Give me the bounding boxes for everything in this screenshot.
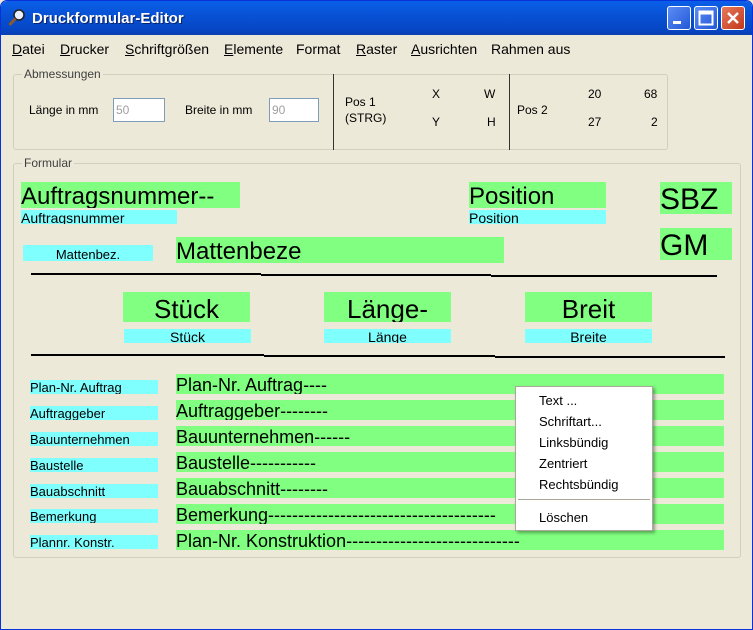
h-label: H [487,115,496,129]
laenge-label[interactable]: Länge [324,329,451,343]
y-label: Y [432,115,441,129]
plan-nr-auftrag-label[interactable]: Plan-Nr. Auftrag [30,380,158,394]
breit-field[interactable]: Breit [525,292,652,322]
divider-line[interactable] [261,274,491,276]
menu-drucker[interactable]: Drucker [60,41,109,57]
menu-rahmen-aus[interactable]: Rahmen aus [491,41,570,57]
pos2-label: Pos 2 [517,103,548,117]
plannr-konstr-label[interactable]: Plannr. Konstr. [30,535,158,549]
divider-line[interactable] [31,273,261,275]
maximize-button[interactable] [694,6,718,30]
divider-line[interactable] [31,354,264,356]
position-label[interactable]: Position [469,210,606,224]
ctx-zentriert[interactable]: Zentriert [539,456,587,471]
pos2-y-value: 27 [588,115,602,129]
plannr-konstr-field[interactable]: Plan-Nr. Konstruktion-------------------… [176,530,724,550]
bauabschnitt-label[interactable]: Bauabschnitt [30,484,158,498]
mattenbez-label[interactable]: Mattenbez. [23,245,153,261]
length-input[interactable] [113,98,165,122]
app-window: Druckformular-Editor Datei Drucker Schri… [0,0,753,630]
menu-elemente[interactable]: Elemente [224,41,283,57]
menu-bar: Datei Drucker Schriftgrößen Elemente For… [1,37,752,59]
separator [333,74,334,150]
auftragsnummer-label[interactable]: Auftragsnummer [21,210,177,224]
menu-raster[interactable]: Raster [356,41,397,57]
mattenbez-field[interactable]: Mattenbeze [176,237,504,263]
width-label: Breite in mm [185,103,253,117]
length-label: Länge in mm [29,103,99,117]
pos2-h-value: 2 [651,115,658,129]
dimensions-legend: Abmessungen [22,67,103,81]
window-title: Druckformular-Editor [32,10,184,27]
baustelle-label[interactable]: Baustelle [30,458,158,472]
pos1-sub-label: (STRG) [345,111,387,125]
position-field[interactable]: Position [469,182,606,208]
w-label: W [484,87,496,101]
ctx-loeschen[interactable]: Löschen [539,510,588,525]
auftraggeber-label[interactable]: Auftraggeber [30,406,158,420]
pos2-w-value: 68 [644,87,658,101]
pos2-x-value: 20 [588,87,602,101]
menu-ausrichten[interactable]: Ausrichten [411,41,477,57]
minimize-button[interactable] [667,6,691,30]
width-input[interactable] [269,98,319,122]
divider-line[interactable] [264,355,495,357]
separator [509,74,510,150]
laenge-field[interactable]: Länge- [324,292,451,322]
gm-field[interactable]: GM [660,228,732,260]
maximize-icon [698,10,714,26]
dimensions-group: Abmessungen [13,67,668,150]
breite-label[interactable]: Breite [525,329,652,343]
ctx-text[interactable]: Text ... [539,393,577,408]
bauunternehmen-label[interactable]: Bauunternehmen [30,432,158,446]
divider-line[interactable] [495,356,725,358]
stueck-label[interactable]: Stück [124,329,251,343]
form-legend: Formular [22,156,75,170]
x-label: X [432,87,441,101]
bemerkung-label[interactable]: Bemerkung [30,509,158,523]
ctx-separator [518,499,650,500]
stueck-field[interactable]: Stück [123,292,250,322]
menu-format[interactable]: Format [296,41,340,57]
ctx-linksbuendig[interactable]: Linksbündig [539,435,608,450]
menu-schriftgroessen[interactable]: Schriftgrößen [125,41,209,57]
divider-line[interactable] [491,275,717,277]
minimize-icon [673,21,681,24]
menu-datei[interactable]: Datei [12,41,45,57]
close-button[interactable] [721,6,745,30]
sbz-field[interactable]: SBZ [660,182,732,214]
context-menu: Text ... Schriftart... Linksbündig Zentr… [515,386,653,531]
ctx-rechtsbuendig[interactable]: Rechtsbündig [539,477,619,492]
auftragsnummer-field[interactable]: Auftragsnummer-- [21,182,240,208]
pos1-label: Pos 1 [345,95,376,109]
ctx-schriftart[interactable]: Schriftart... [539,414,602,429]
close-icon [727,12,739,24]
title-bar[interactable]: Druckformular-Editor [1,1,752,35]
magnifier-app-icon [8,9,25,27]
